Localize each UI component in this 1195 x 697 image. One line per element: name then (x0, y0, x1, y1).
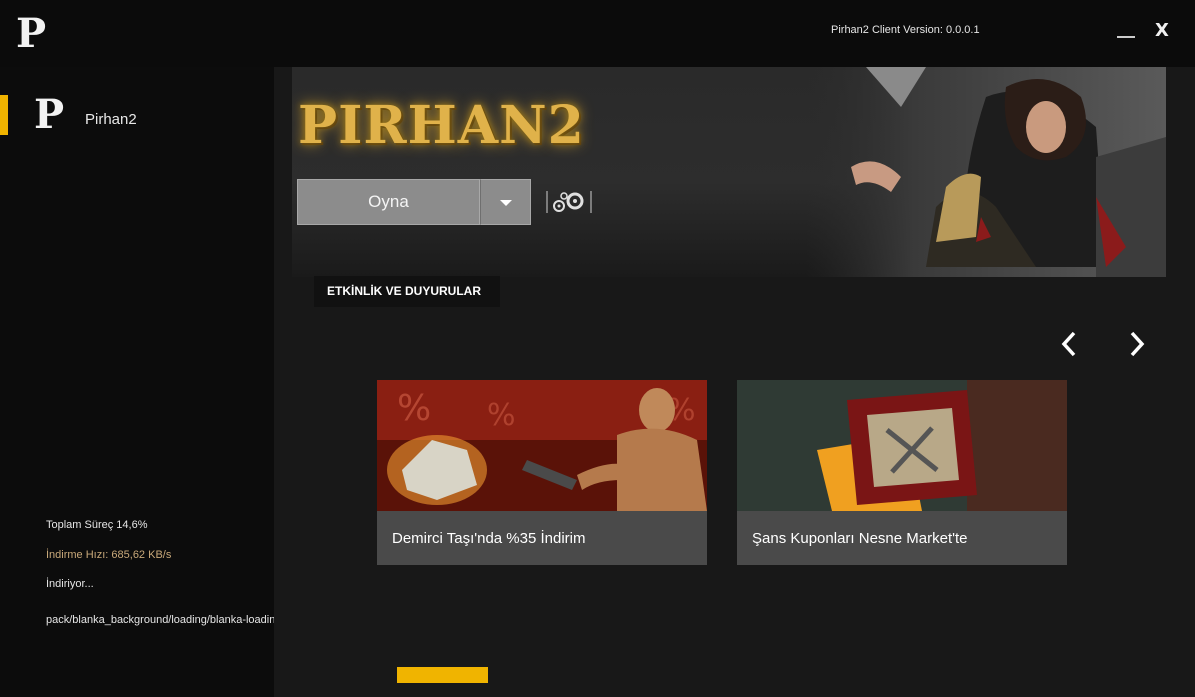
news-card-title: Şans Kuponları Nesne Market'te (752, 530, 968, 547)
tab-events-announcements[interactable]: ETKİNLİK VE DUYURULAR (314, 276, 500, 307)
game-logo-icon: P (34, 91, 65, 138)
news-card-title: Demirci Taşı'nda %35 İndirim (392, 530, 586, 547)
current-file-text: pack/blanka_background/loading/blanka-lo… (46, 614, 301, 626)
client-version-text: Pirhan2 Client Version: 0.0.0.1 (831, 24, 980, 36)
active-indicator (0, 95, 8, 135)
news-card-image: % % % (377, 380, 707, 511)
app-logo: P (16, 10, 46, 57)
game-title-logo: PIRHAN2 (298, 95, 585, 156)
download-state-text: İndiriyor... (46, 578, 94, 590)
download-progress-bar (397, 667, 488, 683)
sidebar-item-pirhan2[interactable]: P Pirhan2 (0, 91, 274, 138)
main-panel: PIRHAN2 Oyna ETKİNLİK VE DUYURULAR % % % (274, 67, 1195, 697)
news-card[interactable]: Şans Kuponları Nesne Market'te (737, 380, 1067, 565)
play-options-dropdown[interactable] (480, 179, 531, 225)
svg-text:%: % (487, 398, 516, 433)
sidebar: P Pirhan2 Toplam Süreç 14,6% İndirme Hız… (0, 67, 300, 697)
hero-character-image (806, 67, 1166, 277)
sidebar-item-label: Pirhan2 (85, 111, 137, 128)
news-card-image (737, 380, 1067, 511)
chevron-left-icon[interactable] (1056, 329, 1084, 359)
total-progress-text: Toplam Süreç 14,6% (46, 519, 148, 531)
news-card[interactable]: % % % Demirci Taşı'nda %35 İndirim (377, 380, 707, 565)
gears-icon[interactable] (546, 187, 592, 217)
close-button[interactable]: X (1155, 20, 1169, 41)
chevron-right-icon[interactable] (1122, 329, 1150, 359)
title-bar: P Pirhan2 Client Version: 0.0.0.1 X (0, 0, 1195, 67)
play-button[interactable]: Oyna (297, 179, 480, 225)
download-speed-text: İndirme Hızı: 685,62 KB/s (46, 549, 172, 561)
game-banner: PIRHAN2 (292, 67, 1166, 277)
svg-text:%: % (397, 388, 431, 429)
minimize-button[interactable] (1114, 18, 1140, 40)
